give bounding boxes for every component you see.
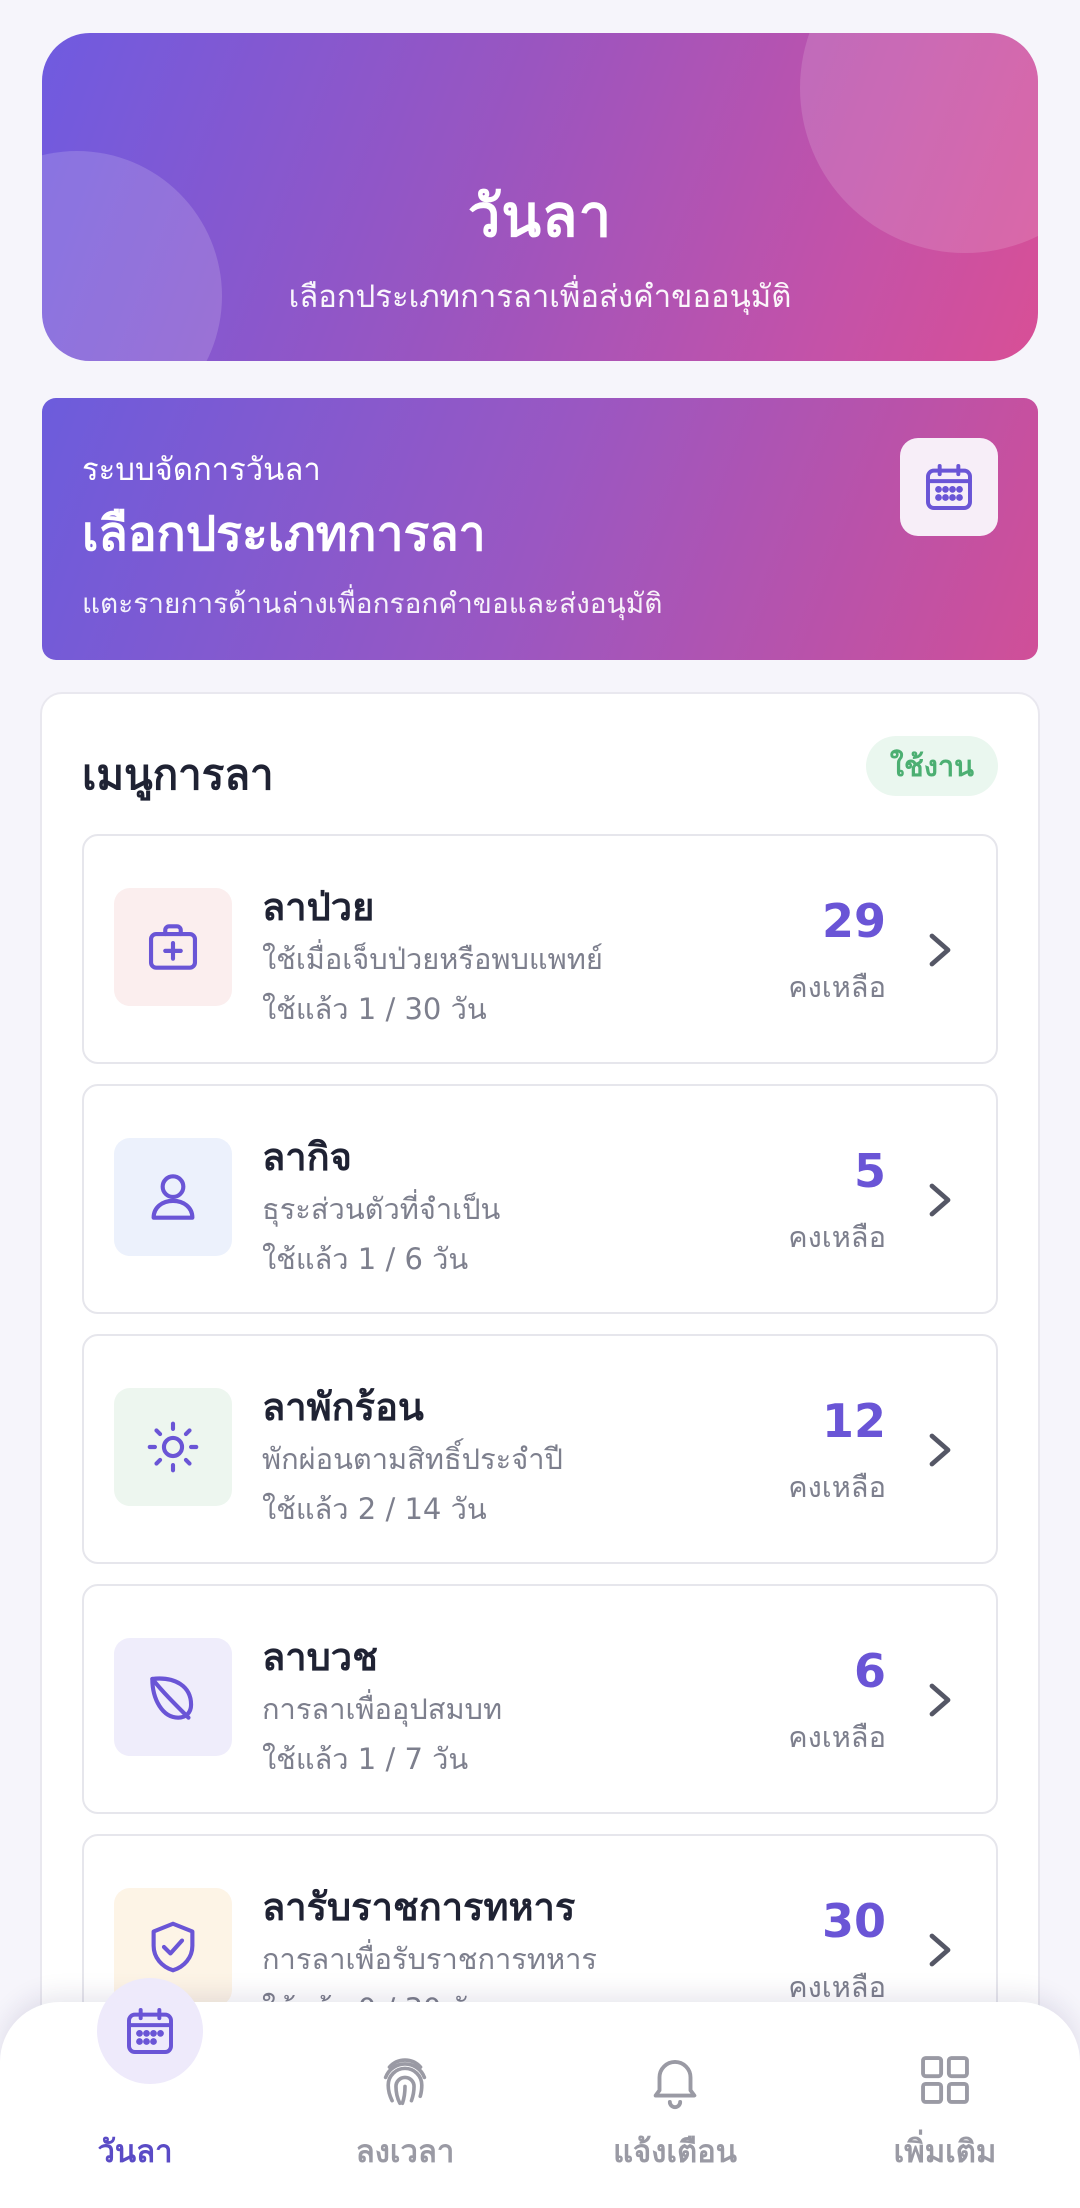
leave-description: การลาเพื่อรับราชการทหาร <box>262 1942 597 1976</box>
status-badge: ใช้งาน <box>865 736 998 796</box>
leave-name: ลากิจ <box>262 1135 352 1179</box>
fingerprint-icon <box>371 2046 439 2114</box>
leave-item-sick[interactable]: ลาป่วย ใช้เมื่อเจ็บป่วยหรือพบแพทย์ ใช้แล… <box>82 834 998 1064</box>
leave-remaining-label: คงเหลือ <box>788 1220 886 1254</box>
leaf-icon <box>114 1638 232 1756</box>
banner-description: แตะรายการด้านล่างเพื่อกรอกคำขอและส่งอนุม… <box>82 587 663 620</box>
leave-remaining: 29 <box>821 894 886 948</box>
nav-label: วันลา <box>97 2134 173 2170</box>
leave-description: ธุระส่วนตัวที่จำเป็น <box>262 1192 501 1226</box>
leave-used: ใช้แล้ว 1 / 30 วัน <box>262 992 487 1026</box>
leave-used: ใช้แล้ว 1 / 7 วัน <box>262 1742 469 1776</box>
chevron-right-icon <box>929 933 951 967</box>
leave-remaining: 12 <box>821 1394 886 1448</box>
leave-name: ลาป่วย <box>262 885 375 929</box>
menu-title: เมนูการลา <box>82 750 274 799</box>
nav-item-more[interactable]: เพิ่มเติม <box>825 2002 1065 2208</box>
leave-item-ordination[interactable]: ลาบวช การลาเพื่ออุปสมบท ใช้แล้ว 1 / 7 วั… <box>82 1584 998 1814</box>
banner-kicker: ระบบจัดการวันลา <box>82 452 321 488</box>
grid-icon <box>911 2046 979 2114</box>
page-header: วันลา เลือกประเภทการลาเพื่อส่งคำขออนุมัต… <box>42 33 1038 361</box>
sun-icon <box>114 1388 232 1506</box>
leave-description: ใช้เมื่อเจ็บป่วยหรือพบแพทย์ <box>262 942 603 976</box>
leave-description: พักผ่อนตามสิทธิ์ประจำปี <box>262 1442 563 1476</box>
medical-kit-icon <box>114 888 232 1006</box>
chevron-right-icon <box>929 1433 951 1467</box>
chevron-right-icon <box>929 1183 951 1217</box>
leave-name: ลาพักร้อน <box>262 1385 424 1429</box>
leave-remaining: 30 <box>821 1894 886 1948</box>
nav-item-timeclock[interactable]: ลงเวลา <box>285 2002 525 2208</box>
bottom-navigation: วันลา ลงเวลา แจ้งเตือน เพิ่มเติม <box>0 1978 1080 2208</box>
leave-name: ลารับราชการทหาร <box>262 1885 576 1929</box>
leave-item-vacation[interactable]: ลาพักร้อน พักผ่อนตามสิทธิ์ประจำปี ใช้แล้… <box>82 1334 998 1564</box>
nav-label: แจ้งเตือน <box>613 2134 737 2170</box>
leave-remaining-label: คงเหลือ <box>788 1470 886 1504</box>
banner-title: เลือกประเภทการลา <box>82 506 486 562</box>
nav-active-indicator <box>97 1978 203 2084</box>
bell-icon <box>641 2046 709 2114</box>
leave-remaining-label: คงเหลือ <box>788 970 886 1004</box>
user-icon <box>114 1138 232 1256</box>
leave-menu-card: เมนูการลา ใช้งาน ลาป่วย ใช้เมื่อเจ็บป่วย… <box>40 692 1040 2208</box>
page-title: วันลา <box>467 182 613 250</box>
leave-description: การลาเพื่ออุปสมบท <box>262 1692 503 1726</box>
leave-name: ลาบวช <box>262 1635 378 1679</box>
nav-item-leave[interactable]: วันลา <box>15 1978 255 2208</box>
chevron-right-icon <box>929 1933 951 1967</box>
leave-remaining-label: คงเหลือ <box>788 1720 886 1754</box>
leave-remaining: 6 <box>853 1644 886 1698</box>
chevron-right-icon <box>929 1683 951 1717</box>
leave-item-personal[interactable]: ลากิจ ธุระส่วนตัวที่จำเป็น ใช้แล้ว 1 / 6… <box>82 1084 998 1314</box>
page-subtitle: เลือกประเภทการลาเพื่อส่งคำขออนุมัติ <box>288 279 792 315</box>
leave-remaining: 5 <box>853 1144 886 1198</box>
leave-used: ใช้แล้ว 1 / 6 วัน <box>262 1242 469 1276</box>
calendar-icon <box>127 2008 173 2054</box>
calendar-icon <box>900 438 998 536</box>
nav-label: ลงเวลา <box>355 2134 455 2170</box>
leave-used: ใช้แล้ว 2 / 14 วัน <box>262 1492 487 1526</box>
nav-label: เพิ่มเติม <box>893 2134 997 2170</box>
nav-item-notifications[interactable]: แจ้งเตือน <box>555 2002 795 2208</box>
info-banner: ระบบจัดการวันลา เลือกประเภทการลา แตะรายก… <box>42 398 1038 660</box>
